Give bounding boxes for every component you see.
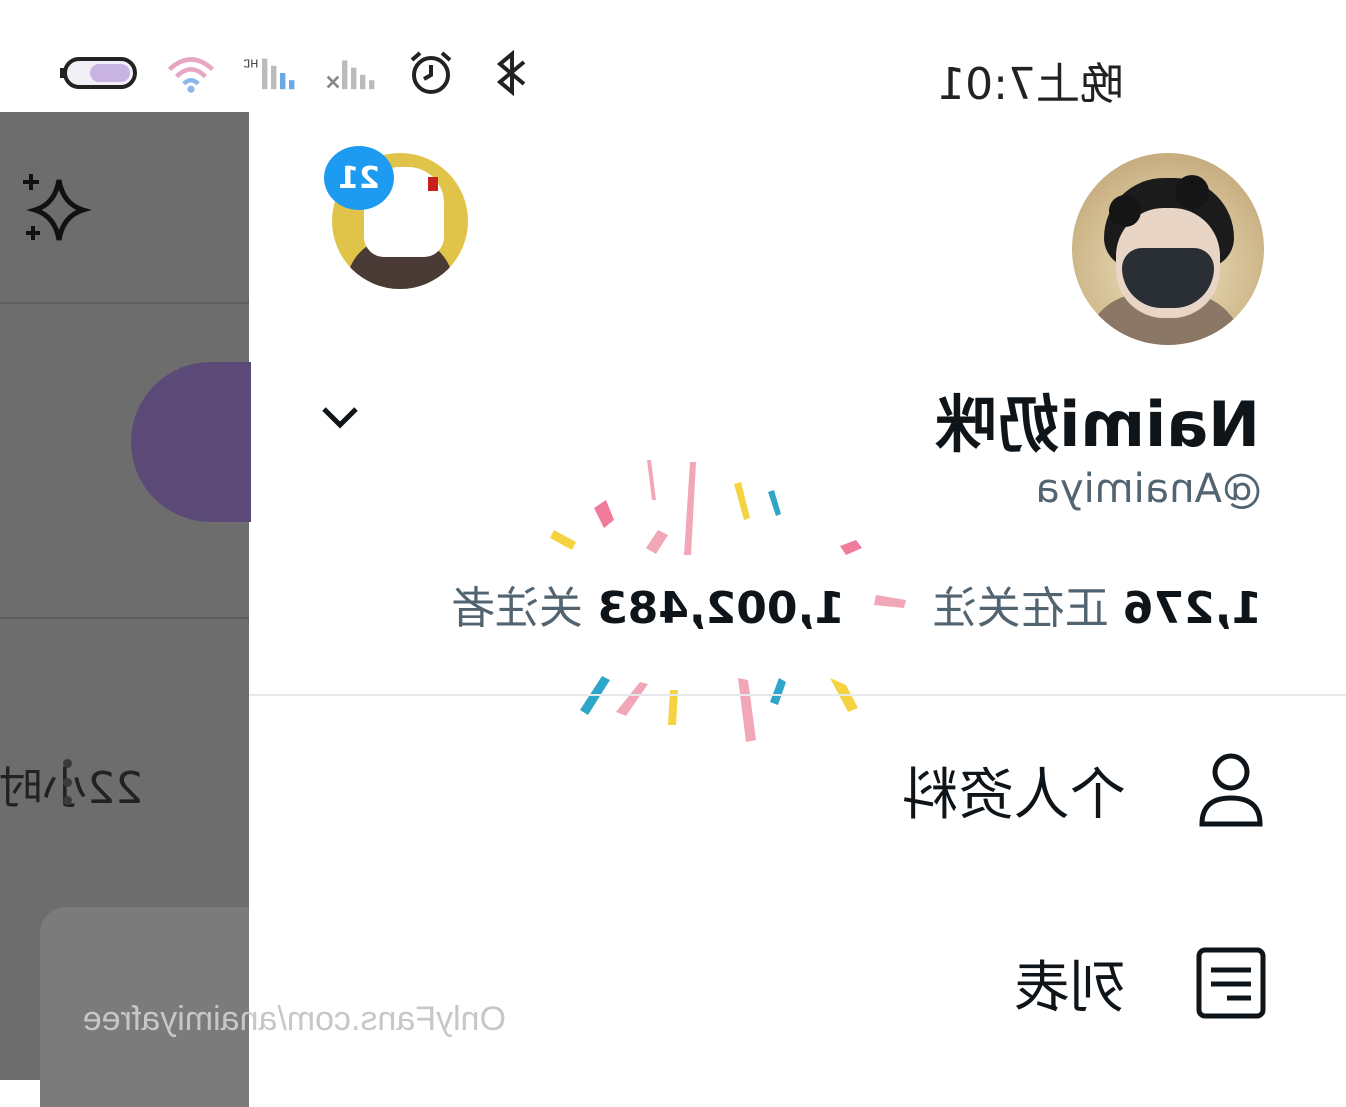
- status-time: 晚上7:01: [937, 59, 1124, 110]
- menu-item-profile[interactable]: 个人资料: [776, 735, 1276, 845]
- following-label[interactable]: 正在关注: [933, 583, 1109, 634]
- signal-sim2-icon: [324, 46, 378, 100]
- watermark: OnlyFans.com/anaimiyafree: [82, 1000, 506, 1038]
- chevron-down-icon[interactable]: [318, 396, 362, 440]
- person-icon: [1186, 745, 1276, 835]
- timeline-divider: [0, 302, 249, 304]
- svg-text:HD: HD: [244, 58, 258, 71]
- profile-avatar[interactable]: [1072, 153, 1264, 345]
- drawer-divider: [249, 694, 1346, 696]
- background-timeline-overlay[interactable]: 22小时: [0, 112, 251, 1107]
- wifi-icon: [164, 46, 218, 100]
- confetti-decoration: [550, 460, 906, 742]
- menu-item-label: 个人资料: [902, 762, 1126, 828]
- more-options-icon[interactable]: [63, 759, 73, 805]
- menu-item-label: 列表: [1014, 955, 1126, 1021]
- bluetooth-icon: [484, 46, 538, 100]
- timeline-divider: [0, 617, 249, 619]
- user-avatar: [131, 362, 251, 522]
- mirrored-screen: 晚上7:01 HD: [0, 0, 1346, 1107]
- battery-icon: [58, 46, 138, 100]
- status-icons: HD: [58, 46, 538, 100]
- alt-account-badge: 21: [324, 146, 394, 210]
- profile-handle: @Anaimiya: [1035, 466, 1262, 512]
- status-bar: 晚上7:01 HD: [0, 0, 1346, 112]
- alt-account-badge-count: 21: [338, 160, 380, 196]
- sparkle-icon[interactable]: [11, 170, 95, 254]
- menu-item-lists[interactable]: 列表: [776, 928, 1276, 1038]
- profile-display-name: Naimi奶咪: [935, 388, 1260, 461]
- list-icon: [1186, 938, 1276, 1028]
- alarm-icon: [404, 46, 458, 100]
- signal-sim1-icon: HD: [244, 46, 298, 100]
- following-count[interactable]: 1,276: [1123, 583, 1262, 634]
